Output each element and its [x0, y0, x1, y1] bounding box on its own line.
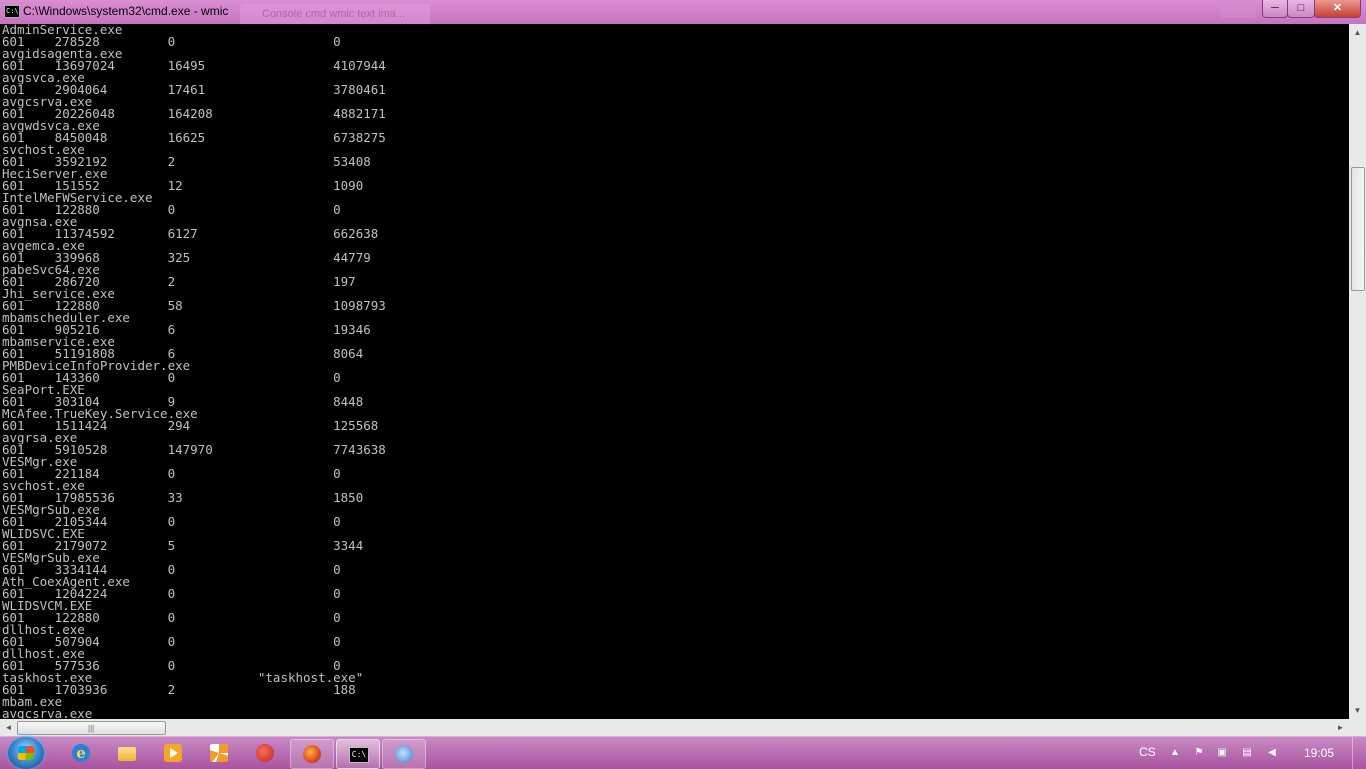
command-prompt-icon: C:\	[349, 747, 369, 763]
title-bar[interactable]: C:\ C:\Windows\system32\cmd.exe - wmic C…	[0, 0, 1366, 24]
network-icon[interactable]: ▤	[1240, 746, 1254, 760]
close-button[interactable]: ✕	[1314, 0, 1361, 18]
internet-explorer-icon: e	[72, 744, 90, 762]
taskbar-internet-explorer[interactable]: e	[60, 739, 102, 767]
console-output-area[interactable]: AdminService.exe 601 278528 0 0 avgidsag…	[0, 24, 1349, 719]
cmd-window-icon[interactable]: C:\	[4, 5, 20, 18]
taskbar-control-panel[interactable]	[382, 739, 426, 769]
folder-icon	[118, 747, 136, 761]
scroll-up-arrow-icon[interactable]: ▲	[1349, 24, 1366, 41]
taskbar-firefox[interactable]	[290, 739, 334, 769]
taskbar-paint[interactable]	[244, 739, 286, 767]
maximize-button[interactable]: □	[1287, 0, 1315, 18]
taskbar: e C:\ CS ▲ ⚑ ▣ ▤ ◀ 19:05	[0, 736, 1366, 769]
show-desktop-button[interactable]	[1352, 737, 1366, 769]
scroll-down-arrow-icon[interactable]: ▼	[1349, 702, 1366, 719]
windows-logo-icon	[17, 746, 35, 760]
paint-icon	[256, 744, 274, 762]
show-hidden-icons-icon[interactable]: ▲	[1168, 746, 1182, 760]
minimize-button[interactable]: ─	[1262, 0, 1288, 18]
start-button[interactable]	[8, 737, 44, 769]
language-indicator[interactable]: CS	[1139, 745, 1156, 759]
window-title: C:\Windows\system32\cmd.exe - wmic	[23, 4, 229, 18]
volume-icon[interactable]: ◀	[1265, 746, 1279, 760]
caption-extra-button[interactable]	[1220, 0, 1256, 18]
taskbar-apps[interactable]	[198, 739, 240, 767]
taskbar-windows-explorer[interactable]	[106, 739, 148, 767]
scroll-grip-icon: |||	[88, 724, 95, 733]
action-center-flag-icon[interactable]: ⚑	[1192, 746, 1206, 760]
vertical-scroll-thumb[interactable]	[1351, 167, 1365, 291]
vertical-scrollbar[interactable]: ▲ ▼	[1349, 24, 1366, 719]
scroll-right-arrow-icon[interactable]: ►	[1332, 719, 1349, 736]
horizontal-scrollbar[interactable]: ◄ ||| ►	[0, 719, 1349, 736]
safely-remove-device-icon[interactable]: ▣	[1215, 746, 1229, 760]
horizontal-scroll-thumb[interactable]: |||	[17, 721, 166, 735]
background-window-title: Console cmd wmic text ima...	[262, 8, 406, 20]
apps-grid-icon	[210, 744, 228, 762]
clock[interactable]: 19:05	[1304, 746, 1334, 760]
scroll-left-arrow-icon[interactable]: ◄	[0, 719, 17, 736]
cmd-icon-label: C:\	[6, 7, 19, 15]
console-text: AdminService.exe 601 278528 0 0 avgidsag…	[2, 24, 386, 719]
media-player-icon	[164, 744, 182, 762]
taskbar-media-player[interactable]	[152, 739, 194, 767]
control-panel-icon	[395, 745, 413, 763]
taskbar-command-prompt[interactable]: C:\	[336, 739, 380, 769]
firefox-icon	[303, 745, 321, 763]
background-window-tab: Console cmd wmic text ima...	[240, 4, 430, 24]
scrollbar-corner	[1349, 719, 1366, 736]
